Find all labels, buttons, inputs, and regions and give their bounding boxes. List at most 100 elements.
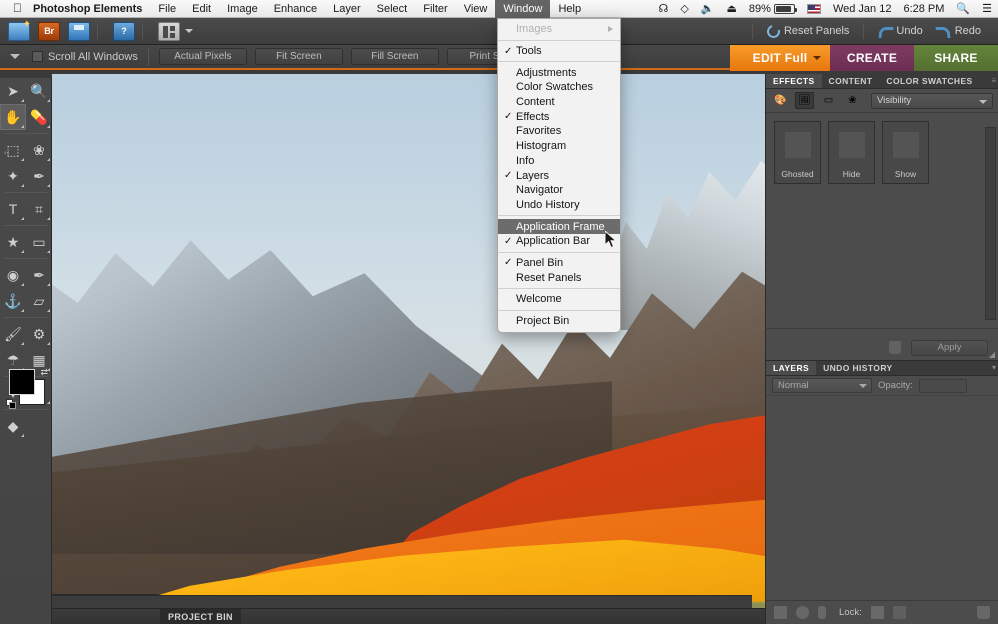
effect-item-ghosted[interactable]: Ghosted <box>774 121 821 184</box>
red-eye-removal-tool[interactable]: ◉ <box>0 262 26 288</box>
quick-selection-tool[interactable]: ✒ <box>26 163 52 189</box>
zoom-tool[interactable]: 🔍 <box>26 78 52 104</box>
menu-item-adjustments[interactable]: Adjustments <box>498 65 620 80</box>
menu-item-undo-history[interactable]: Undo History <box>498 198 620 213</box>
tab-layers[interactable]: LAYERS <box>766 361 817 375</box>
lock-transparency-icon[interactable] <box>870 606 884 619</box>
create-button[interactable]: CREATE <box>830 45 914 71</box>
actual-pixels-button[interactable]: Actual Pixels <box>158 48 247 65</box>
delete-layer-icon[interactable] <box>977 606 990 619</box>
blend-mode-select[interactable]: Normal <box>772 378 872 393</box>
menubar-date[interactable]: Wed Jan 12 <box>827 0 898 18</box>
menu-item-color-swatches[interactable]: Color Swatches <box>498 80 620 95</box>
menu-item-layers[interactable]: ✓ Layers <box>498 168 620 183</box>
menubar-time[interactable]: 6:28 PM <box>897 0 950 18</box>
opacity-input[interactable] <box>918 378 967 393</box>
us-flag-icon[interactable] <box>801 0 827 18</box>
bridge-icon[interactable]: Br <box>38 21 60 41</box>
help-icon[interactable]: ? <box>113 21 135 41</box>
cookie-cutter-tool[interactable]: ★ <box>0 229 26 255</box>
crop-tool[interactable]: ⌗ <box>26 196 52 222</box>
menu-item-histogram[interactable]: Histogram <box>498 139 620 154</box>
share-button[interactable]: SHARE <box>914 45 998 71</box>
menu-file[interactable]: File <box>150 0 184 18</box>
tab-color-swatches[interactable]: COLOR SWATCHES <box>879 74 979 88</box>
filters-icon[interactable]: 🎨 <box>771 92 790 109</box>
effect-item-show[interactable]: Show <box>882 121 929 184</box>
eject-icon[interactable]: ⏏ <box>721 0 743 18</box>
menu-item-application-frame[interactable]: Application Frame <box>498 219 620 234</box>
menu-enhance[interactable]: Enhance <box>266 0 325 18</box>
effects-category-select[interactable]: Visibility <box>871 92 993 109</box>
hand-tool[interactable]: ✋ <box>0 104 26 130</box>
panel-resize-grip[interactable]: ◢ <box>989 350 995 359</box>
menu-view[interactable]: View <box>456 0 496 18</box>
search-icon[interactable]: 🔍 <box>950 0 976 18</box>
fit-screen-button[interactable]: Fit Screen <box>254 48 343 65</box>
eyedropper-tool[interactable]: 💊 <box>26 104 52 130</box>
save-icon[interactable] <box>68 21 90 41</box>
clone-stamp-tool[interactable]: ⚓ <box>0 288 26 314</box>
magic-wand-tool[interactable]: ✦ <box>0 163 26 189</box>
window-dropdown-menu[interactable]: Images ✓ Tools Adjustments Color Swatches Con… <box>497 18 621 334</box>
menu-item-info[interactable]: Info <box>498 154 620 169</box>
layer-mask-icon[interactable] <box>818 606 826 619</box>
battery-status[interactable]: 89% <box>743 0 801 18</box>
lock-all-icon[interactable] <box>892 606 906 619</box>
panel-menu-icon[interactable]: ≡ <box>991 76 996 85</box>
notification-center-icon[interactable]: ☰ <box>976 0 998 18</box>
menu-filter[interactable]: Filter <box>415 0 455 18</box>
undo-button[interactable]: Undo <box>871 21 929 41</box>
menu-item-project-bin[interactable]: Project Bin <box>498 314 620 329</box>
image-canvas[interactable] <box>52 74 765 624</box>
menu-item-reset-panels[interactable]: Reset Panels <box>498 270 620 285</box>
effects-panel-scrollbar[interactable] <box>985 127 996 320</box>
menu-item-effects[interactable]: ✓ Effects <box>498 109 620 124</box>
tool-options-chevron-icon[interactable] <box>10 54 20 59</box>
bluetooth-icon[interactable]: ☊ <box>653 0 675 18</box>
show-all-icon[interactable]: ❀ <box>843 92 862 109</box>
smart-brush-tool[interactable]: ⚙ <box>26 321 52 347</box>
menu-item-navigator[interactable]: Navigator <box>498 183 620 198</box>
adjustment-layer-icon[interactable] <box>796 606 809 619</box>
menu-item-tools[interactable]: ✓ Tools <box>498 44 620 59</box>
photo-effects-icon[interactable]: ▭ <box>819 92 838 109</box>
menu-item-panel-bin[interactable]: ✓ Panel Bin <box>498 256 620 271</box>
arrange-chevron-down-icon[interactable] <box>185 29 193 33</box>
menu-app-name[interactable]: Photoshop Elements <box>33 0 150 18</box>
menu-image[interactable]: Image <box>219 0 266 18</box>
eraser-tool[interactable]: ▱ <box>26 288 52 314</box>
menu-edit[interactable]: Edit <box>184 0 219 18</box>
menu-layer[interactable]: Layer <box>325 0 369 18</box>
menu-item-application-bar[interactable]: ✓ Application Bar <box>498 234 620 249</box>
layer-styles-icon[interactable]: 🖼 <box>795 92 814 109</box>
menu-window[interactable]: Window <box>495 0 551 18</box>
fill-screen-button[interactable]: Fill Screen <box>350 48 439 65</box>
move-tool[interactable]: ➤ <box>0 78 26 104</box>
trash-icon[interactable] <box>889 341 901 354</box>
tab-undo-history[interactable]: UNDO HISTORY <box>816 361 900 375</box>
canvas-horizontal-scrollbar[interactable] <box>52 595 752 608</box>
volume-icon[interactable]: 🔈 <box>695 0 721 18</box>
new-layer-icon[interactable] <box>774 606 787 619</box>
straighten-tool[interactable]: ▭ <box>26 229 52 255</box>
tab-content[interactable]: CONTENT <box>822 74 880 88</box>
scroll-all-windows-checkbox[interactable] <box>32 51 43 62</box>
edit-chevron-down-icon[interactable] <box>813 56 821 60</box>
reset-panels-button[interactable]: Reset Panels <box>760 21 856 41</box>
swap-colors-icon[interactable]: ⇄ <box>40 367 48 378</box>
healing-brush-tool[interactable]: ✒ <box>26 262 52 288</box>
default-colors-icon[interactable] <box>6 399 17 410</box>
layers-panel-menu-icon[interactable]: ▾ <box>992 363 996 372</box>
type-tool[interactable]: T <box>0 196 26 222</box>
project-bin-tab[interactable]: PROJECT BIN <box>160 608 241 624</box>
effect-item-hide[interactable]: Hide <box>828 121 875 184</box>
project-bin-bar[interactable]: PROJECT BIN <box>52 608 765 624</box>
apple-logo-icon[interactable]:  <box>0 2 33 14</box>
menu-item-content[interactable]: Content <box>498 95 620 110</box>
rectangular-marquee-tool[interactable]: ⬚ <box>0 137 26 163</box>
edit-full-button[interactable]: EDIT Full <box>730 45 830 71</box>
menu-item-favorites[interactable]: Favorites <box>498 124 620 139</box>
menu-item-welcome[interactable]: Welcome <box>498 292 620 307</box>
lasso-tool[interactable]: ❀ <box>26 137 52 163</box>
